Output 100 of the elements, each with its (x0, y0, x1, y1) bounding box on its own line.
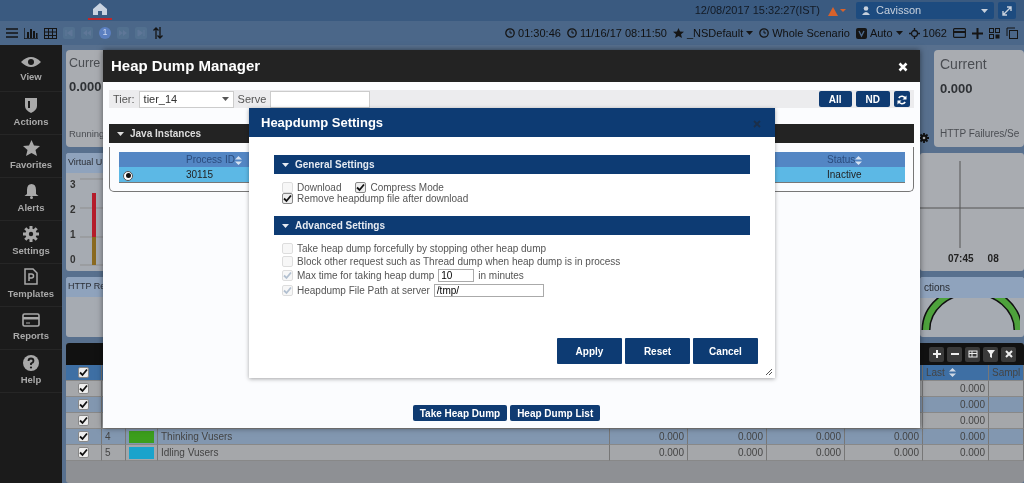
caret-icon (981, 8, 988, 13)
menu-icon[interactable] (6, 28, 18, 38)
sort-icon (234, 155, 242, 165)
sidebar-item[interactable]: View (20, 69, 42, 85)
table-cell: 4 (102, 429, 126, 445)
user-icon (862, 6, 870, 15)
axis-label: 07:45 (948, 252, 974, 266)
resize-grip-icon[interactable] (766, 369, 772, 375)
v-badge-icon[interactable] (855, 27, 867, 39)
sort-arrows-icon[interactable] (153, 27, 163, 39)
filter-button[interactable]: ND (855, 91, 890, 107)
close-icon (1003, 349, 1014, 359)
caret-icon (221, 97, 229, 101)
table-cell (989, 445, 1024, 461)
settings-icon[interactable] (23, 225, 39, 242)
shield-icon[interactable] (24, 96, 38, 113)
table-icon (967, 349, 978, 359)
bell-icon[interactable] (23, 182, 39, 199)
filter-button[interactable]: All (818, 91, 852, 107)
table-cell: 0.000 (923, 413, 989, 429)
minus-button[interactable] (947, 346, 962, 362)
checkbox[interactable] (78, 431, 89, 442)
scope-label: Whole Scenario (772, 25, 850, 41)
copy-icon[interactable] (1006, 27, 1018, 39)
table-cell: Thinking Vusers (158, 429, 610, 445)
dialog-button[interactable]: Reset (625, 338, 690, 364)
caret-icon (895, 31, 903, 35)
action-button[interactable]: Take Heap Dump (412, 405, 508, 421)
sort-icon (855, 155, 863, 165)
help-icon[interactable] (23, 354, 39, 371)
clock-icon (505, 28, 516, 38)
sidebar-item[interactable]: Reports (13, 328, 49, 344)
dialog-button[interactable]: Cancel (693, 338, 758, 364)
document-icon[interactable] (24, 268, 38, 286)
sort-icon (948, 368, 956, 377)
checkbox[interactable] (78, 399, 89, 410)
dialog-button[interactable]: Apply (557, 338, 622, 364)
eye-icon[interactable] (21, 55, 41, 68)
sidebar-item[interactable]: Help (20, 372, 42, 388)
card-icon[interactable] (953, 28, 966, 38)
clock-icon (566, 28, 577, 38)
clock-icon[interactable] (759, 28, 770, 38)
start-time: 11/16/17 08:11:50 (579, 25, 667, 41)
table-cell: 0.000 (845, 429, 923, 445)
table-cell: 0.000 (767, 445, 845, 461)
sidebar-item[interactable]: Favorites (9, 157, 53, 173)
checkbox[interactable] (355, 182, 367, 193)
table-cell: Inactive (827, 167, 905, 183)
card-value: 0.000 (69, 77, 102, 96)
date-time: 12/08/2017 15:32:27(IST) (694, 3, 820, 19)
checkbox[interactable] (282, 193, 293, 204)
option-label: Take heap dump forcefully by stopping other heap dump (297, 243, 547, 254)
axis-tick: 1 (70, 227, 76, 242)
table-cell (989, 397, 1024, 413)
crosshair-icon[interactable] (908, 27, 920, 39)
section-header[interactable]: Advanced Settings (274, 216, 750, 235)
plus-button[interactable] (929, 346, 944, 362)
sidebar-item[interactable]: Templates (7, 287, 55, 302)
checkbox[interactable] (78, 383, 89, 394)
card-value: 0.000 (940, 80, 973, 98)
field-label: Tier: (113, 91, 135, 107)
elapsed-time: 01:30:46 (518, 25, 561, 41)
table-cell: 0.000 (923, 445, 989, 461)
star-icon[interactable] (672, 28, 684, 38)
refresh-icon (897, 94, 907, 105)
filter-button[interactable] (983, 346, 998, 362)
sidebar-item[interactable]: Alerts (17, 200, 45, 216)
table-button[interactable] (965, 346, 980, 362)
table-cell: 0.000 (610, 429, 688, 445)
action-button[interactable]: Heap Dump List (510, 405, 601, 421)
bar-chart-icon[interactable] (24, 27, 38, 39)
close-icon (898, 62, 908, 72)
checkbox[interactable] (78, 415, 89, 426)
expand-button[interactable] (998, 2, 1016, 19)
checkbox[interactable] (78, 447, 89, 458)
card-title: Curre (69, 55, 101, 72)
radio-button[interactable] (123, 170, 133, 181)
table-cell: 0.000 (923, 429, 989, 445)
checkbox[interactable] (78, 367, 89, 378)
table-cell: 0.000 (767, 429, 845, 445)
axis-tick: 0 (70, 252, 76, 267)
home-icon[interactable] (88, 1, 112, 20)
star-icon[interactable] (22, 139, 40, 156)
table-cell: 0.000 (688, 429, 767, 445)
section-header[interactable]: General Settings (274, 155, 750, 174)
refresh-button[interactable] (894, 91, 910, 107)
table-icon[interactable] (44, 27, 57, 39)
sidebar-item[interactable]: Actions (13, 114, 49, 130)
dialog-title: Heapdump Settings (261, 113, 384, 132)
user-menu-button[interactable]: Cavisson (856, 2, 994, 19)
table-cell: 0.000 (688, 445, 767, 461)
table-cell (989, 413, 1024, 429)
axis-label: 08 (987, 252, 999, 266)
card-icon[interactable] (22, 312, 40, 327)
table-cell: Idling Vusers (158, 445, 610, 461)
tier-dropdown[interactable]: tier_14 (138, 90, 234, 108)
layout-icon[interactable] (989, 27, 1000, 39)
close-button[interactable] (1001, 346, 1016, 362)
sidebar-item[interactable]: Settings (12, 243, 50, 259)
plus-icon[interactable] (972, 27, 983, 39)
